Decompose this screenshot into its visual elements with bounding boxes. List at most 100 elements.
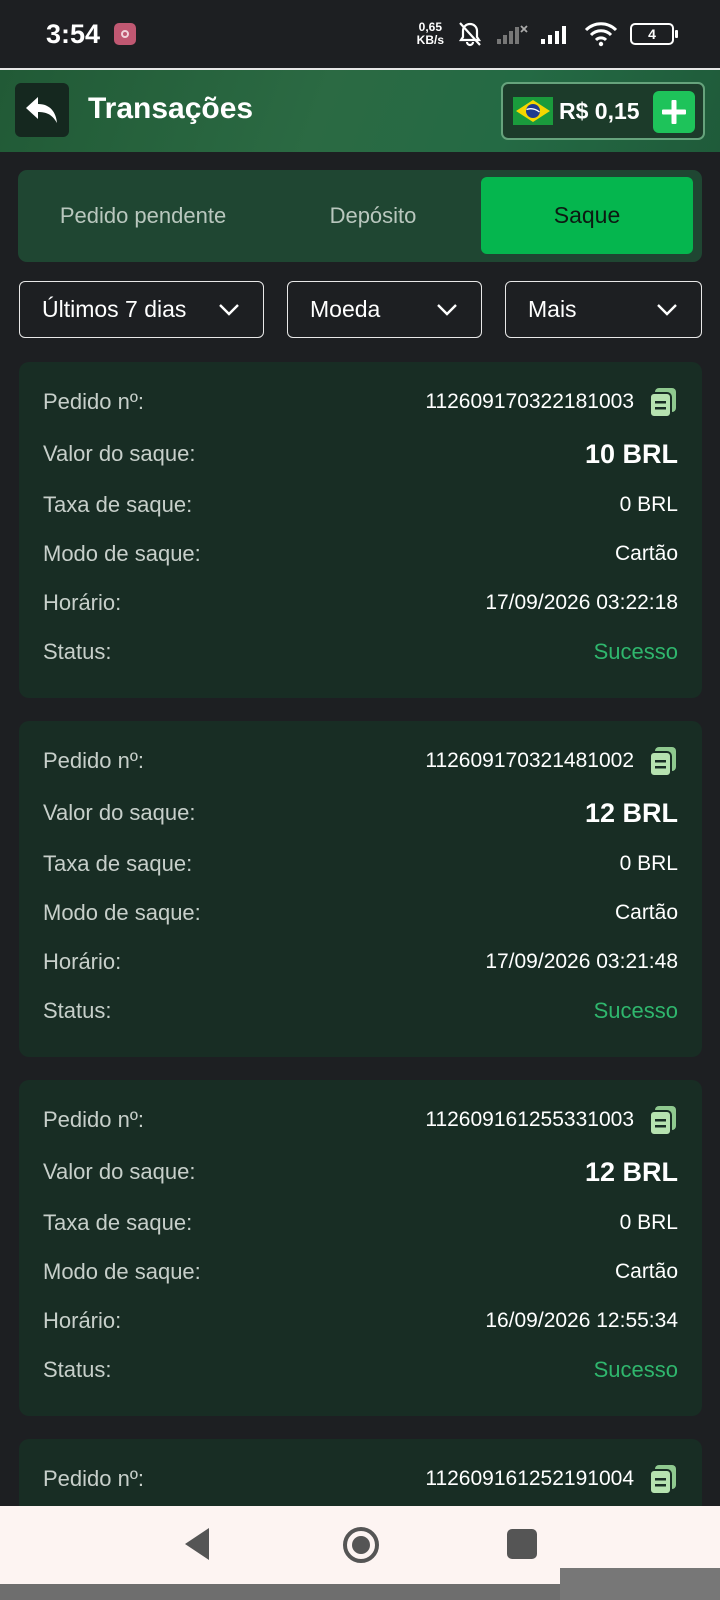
battery-level: 4 (648, 26, 656, 42)
order-row: Pedido nº: 112609170322181003 (43, 382, 678, 422)
order-number-value: 112609170322181003 (425, 390, 634, 413)
mode-label: Modo de saque: (43, 900, 201, 925)
wifi-icon (584, 22, 618, 47)
time-row: Horário: 17/09/2026 03:21:48 (43, 942, 678, 982)
order-label: Pedido nº: (43, 748, 144, 773)
copy-icon[interactable] (648, 386, 678, 418)
fee-label: Taxa de saque: (43, 1210, 193, 1235)
nav-recents-icon[interactable] (507, 1529, 537, 1559)
mode-label: Modo de saque: (43, 1259, 201, 1284)
mode-row: Modo de saque: Cartão (43, 534, 678, 574)
network-speed-unit: KB/s (416, 33, 444, 47)
transaction-card: Pedido nº: 112609170322181003 Valor do s… (19, 362, 702, 698)
time-value: 17/09/2026 03:22:18 (485, 591, 678, 614)
deposit-add-button[interactable] (653, 91, 695, 133)
time-row: Horário: 16/09/2026 12:55:34 (43, 1301, 678, 1341)
fee-label: Taxa de saque: (43, 492, 193, 517)
chevron-down-icon (437, 303, 457, 316)
order-row: Pedido nº: 112609161255331003 (43, 1100, 678, 1140)
balance-widget[interactable]: R$ 0,15 (501, 82, 705, 140)
status-row: Status: Sucesso (43, 632, 678, 672)
time-row: Horário: 17/09/2026 03:22:18 (43, 583, 678, 623)
order-number: 112609161255331003 (425, 1104, 678, 1136)
fee-value: 0 BRL (619, 493, 678, 516)
amount-value: 12 BRL (584, 1156, 678, 1187)
status-value: Sucesso (593, 1357, 678, 1382)
fee-value: 0 BRL (619, 852, 678, 875)
more-filter-dropdown[interactable]: Mais (505, 281, 702, 338)
status-value: Sucesso (593, 639, 678, 664)
chevron-down-icon (657, 303, 677, 316)
order-label: Pedido nº: (43, 389, 144, 414)
amount-label: Valor do saque: (43, 1159, 196, 1184)
time-value: 16/09/2026 12:55:34 (485, 1309, 678, 1332)
time-value: 17/09/2026 03:21:48 (485, 950, 678, 973)
copy-icon[interactable] (648, 745, 678, 777)
transaction-tabs: Pedido pendente Depósito Saque (18, 170, 702, 262)
fee-row: Taxa de saque: 0 BRL (43, 1203, 678, 1243)
transaction-card: Pedido nº: 112609161252191004 (19, 1439, 702, 1506)
order-number-value: 112609170321481002 (425, 749, 634, 772)
battery-icon: 4 (630, 23, 678, 45)
copy-icon[interactable] (648, 1463, 678, 1495)
amount-label: Valor do saque: (43, 800, 196, 825)
currency-filter-label: Moeda (310, 296, 381, 322)
mode-value: Cartão (614, 901, 678, 924)
more-filter-label: Mais (528, 296, 577, 322)
brazil-flag-icon (513, 97, 553, 125)
status-value: Sucesso (593, 998, 678, 1023)
period-filter-dropdown[interactable]: Últimos 7 dias (19, 281, 264, 338)
status-label: Status: (43, 998, 112, 1023)
mode-label: Modo de saque: (43, 541, 201, 566)
status-label: Status: (43, 639, 112, 664)
order-label: Pedido nº: (43, 1107, 144, 1132)
order-row: Pedido nº: 112609170321481002 (43, 741, 678, 781)
back-button[interactable] (15, 83, 69, 137)
mode-value: Cartão (614, 1260, 678, 1283)
amount-label: Valor do saque: (43, 441, 196, 466)
time-label: Horário: (43, 590, 122, 615)
mode-row: Modo de saque: Cartão (43, 893, 678, 933)
currency-filter-dropdown[interactable]: Moeda (287, 281, 482, 338)
order-number-value: 112609161255331003 (425, 1108, 634, 1131)
nav-back-icon[interactable] (183, 1526, 213, 1562)
fee-row: Taxa de saque: 0 BRL (43, 485, 678, 525)
time-label: Horário: (43, 949, 122, 974)
status-label: Status: (43, 1357, 112, 1382)
plus-icon (662, 100, 686, 124)
network-speed: 0,65 KB/s (417, 21, 444, 47)
bottom-edge-notch (560, 1568, 720, 1600)
balance-amount: R$ 0,15 (559, 97, 640, 124)
bell-off-icon (458, 22, 482, 47)
back-arrow-icon (26, 97, 57, 123)
mode-row: Modo de saque: Cartão (43, 1252, 678, 1292)
tab-withdrawal[interactable]: Saque (481, 177, 693, 254)
transaction-card: Pedido nº: 112609161255331003 Valor do s… (19, 1080, 702, 1416)
mode-value: Cartão (614, 542, 678, 565)
status-bar: 3:54 0,65 KB/s 4 (0, 0, 720, 68)
amount-value: 10 BRL (584, 438, 678, 469)
copy-icon[interactable] (648, 1104, 678, 1136)
status-row: Status: Sucesso (43, 991, 678, 1031)
tab-deposit[interactable]: Depósito (268, 177, 478, 254)
fee-value: 0 BRL (619, 1211, 678, 1234)
amount-value: 12 BRL (584, 797, 678, 828)
nav-home-icon[interactable] (342, 1526, 380, 1564)
app-notification-icon (114, 23, 137, 45)
period-filter-label: Últimos 7 dias (42, 296, 187, 322)
page-title: Transações (88, 92, 254, 125)
transaction-card: Pedido nº: 112609170321481002 Valor do s… (19, 721, 702, 1057)
tab-pending[interactable]: Pedido pendente (18, 177, 268, 254)
amount-row: Valor do saque: 12 BRL (43, 1152, 678, 1192)
amount-row: Valor do saque: 12 BRL (43, 793, 678, 833)
order-number-value: 112609161252191004 (425, 1467, 634, 1490)
signal-x-icon (497, 25, 528, 44)
status-time: 3:54 (46, 18, 101, 49)
order-row: Pedido nº: 112609161252191004 (43, 1459, 678, 1499)
status-row: Status: Sucesso (43, 1350, 678, 1390)
status-icons: 0,65 KB/s 4 (417, 20, 678, 48)
order-number: 112609170322181003 (425, 386, 678, 418)
app-header: Transações R$ 0,15 (0, 68, 720, 152)
fee-row: Taxa de saque: 0 BRL (43, 844, 678, 884)
order-number: 112609161252191004 (425, 1463, 678, 1495)
